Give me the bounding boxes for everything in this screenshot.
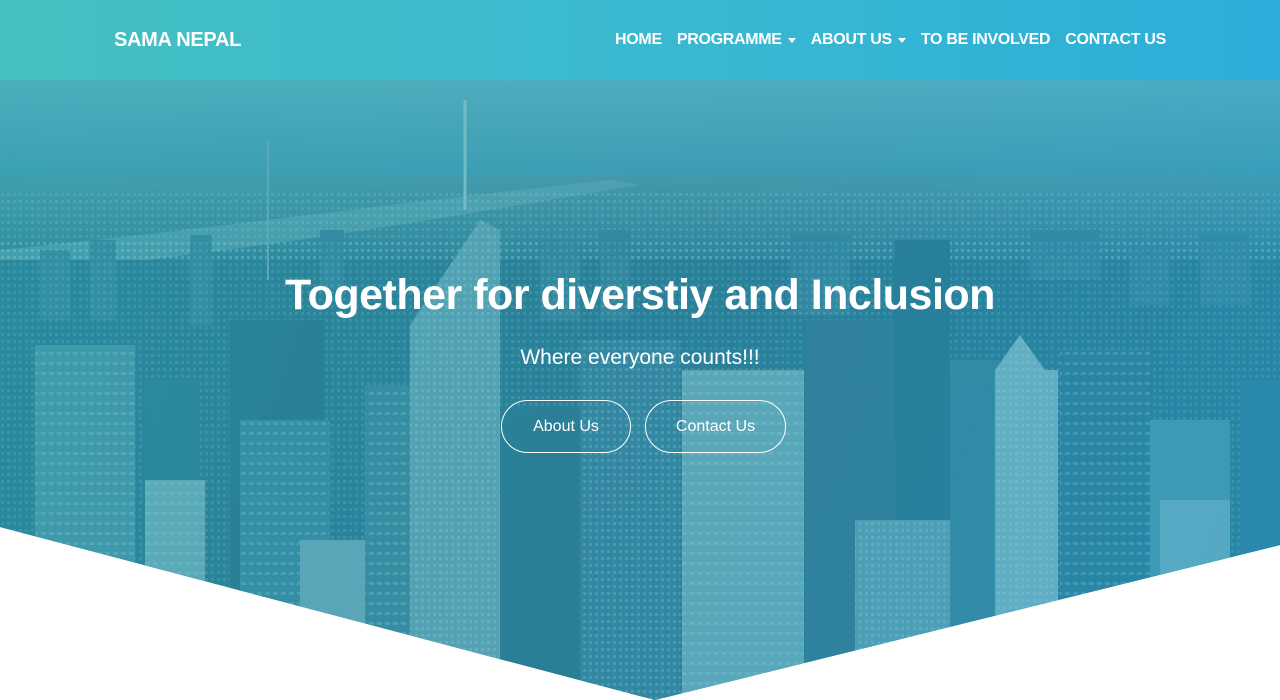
nav-item-to-be-involved[interactable]: TO BE INVOLVED xyxy=(920,30,1051,50)
nav-item-about-us[interactable]: ABOUT US xyxy=(811,30,906,50)
nav-item-label: PROGRAMME xyxy=(676,31,782,48)
hero-buttons: About Us Contact Us xyxy=(501,400,786,453)
hero-color-overlay xyxy=(0,80,1280,700)
nav-item-label: ABOUT US xyxy=(810,31,892,48)
hero-subtitle: Where everyone counts!!! xyxy=(520,346,760,369)
brand-logo[interactable]: SAMA NEPAL xyxy=(114,29,241,51)
nav-item-programme[interactable]: PROGRAMME xyxy=(677,30,796,50)
nav-item-label: HOME xyxy=(615,31,662,48)
landing-page: SAMA NEPAL HOME PROGRAMME ABOUT US TO BE… xyxy=(0,0,1280,700)
caret-down-icon xyxy=(787,38,796,43)
navbar: SAMA NEPAL HOME PROGRAMME ABOUT US TO BE… xyxy=(0,0,1280,80)
contact-us-button[interactable]: Contact Us xyxy=(645,400,786,453)
hero-title: Together for diverstiy and Inclusion xyxy=(285,271,995,319)
caret-down-icon xyxy=(897,38,906,43)
main-nav: HOME PROGRAMME ABOUT US TO BE INVOLVED C… xyxy=(615,30,1166,50)
hero-section: Together for diverstiy and Inclusion Whe… xyxy=(0,80,1280,700)
nav-item-home[interactable]: HOME xyxy=(615,30,662,50)
nav-item-label: CONTACT US xyxy=(1065,31,1166,48)
about-us-button[interactable]: About Us xyxy=(501,400,631,453)
nav-item-contact-us[interactable]: CONTACT US xyxy=(1065,30,1166,50)
nav-item-label: TO BE INVOLVED xyxy=(920,31,1051,48)
